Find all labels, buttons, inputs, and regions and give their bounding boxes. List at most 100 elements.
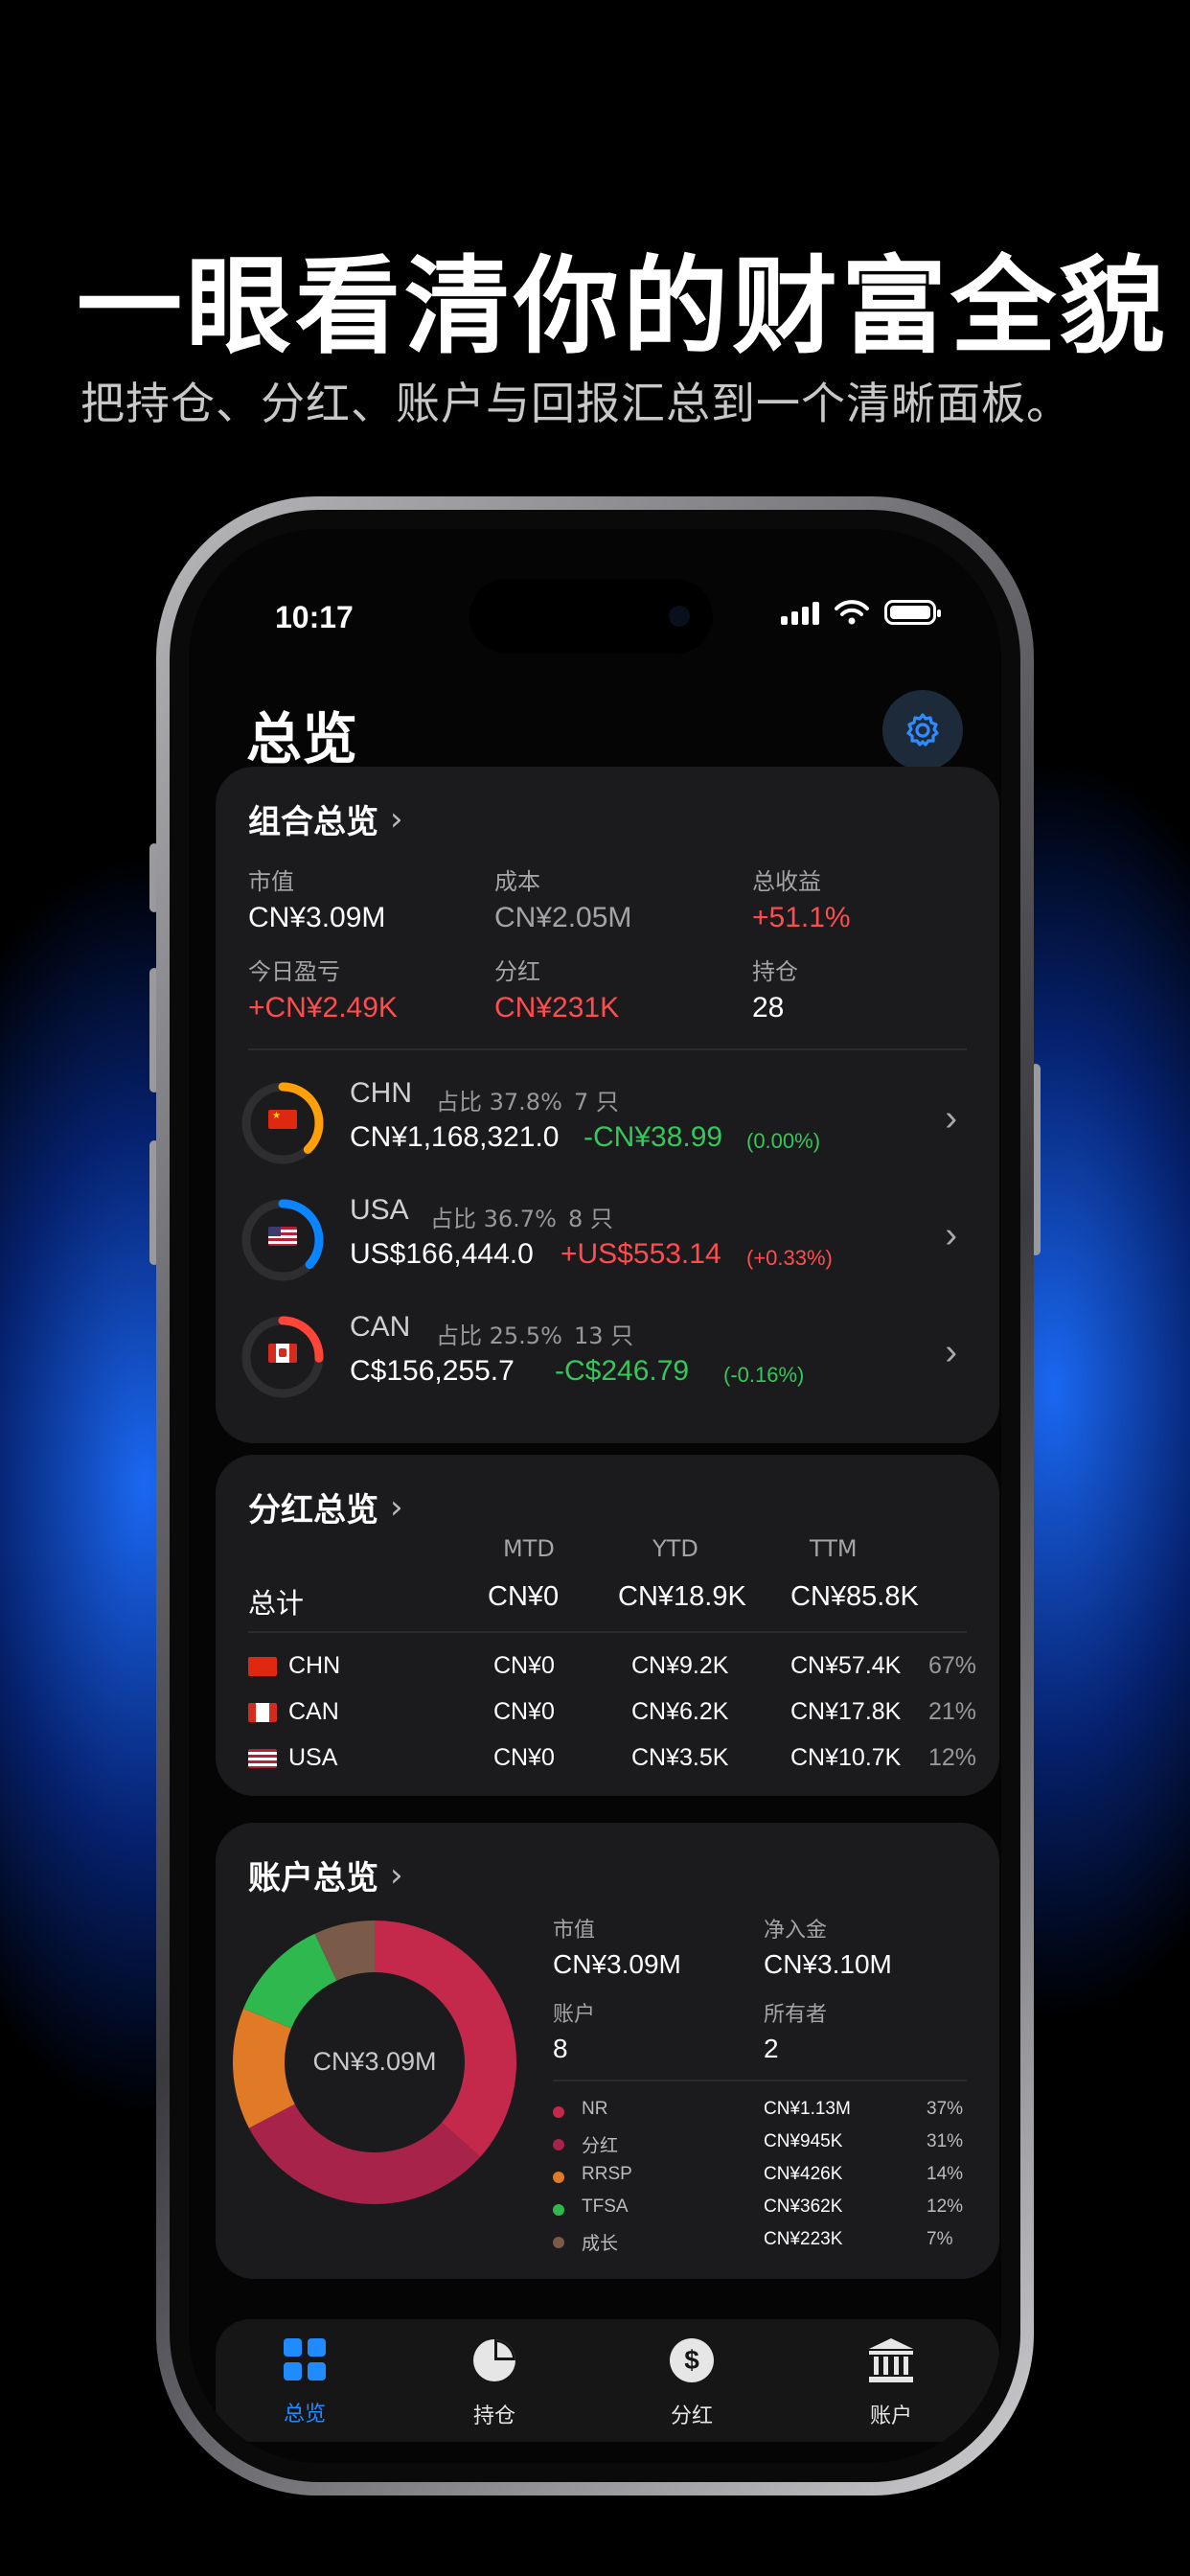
region-value: CN¥1,168,321.0	[350, 1121, 560, 1153]
bank-icon	[869, 2338, 913, 2382]
region-share: 占比 36.7%	[430, 1206, 557, 1232]
status-icons	[781, 600, 941, 625]
region-code: CHN	[350, 1077, 412, 1109]
region-code: USA	[350, 1194, 409, 1226]
share-cell: 67%	[928, 1652, 977, 1679]
tab-holdings[interactable]: 持仓	[432, 2336, 557, 2429]
metric-cost: 成本 CN¥2.05M	[494, 862, 631, 934]
stat-value: CN¥3.09M	[553, 1949, 681, 1979]
share-cell: 21%	[928, 1698, 977, 1725]
divider	[553, 2080, 967, 2082]
svg-text:$: $	[684, 2345, 699, 2375]
stat-value: CN¥3.10M	[764, 1949, 892, 1979]
tab-overview[interactable]: 总览	[242, 2336, 367, 2427]
metric-label: 分红	[494, 958, 540, 985]
chevron-right-icon: ›	[390, 1487, 403, 1527]
region-change: -CN¥38.99	[584, 1121, 723, 1153]
region-change: +US$553.14	[561, 1238, 721, 1270]
legend-row[interactable]: NR CN¥1.13M 37%	[553, 2099, 974, 2129]
legend-value: CN¥1.13M	[764, 2099, 851, 2119]
legend-row[interactable]: 成长 CN¥223K 7%	[553, 2229, 974, 2260]
region-pct: (0.00%)	[746, 1129, 821, 1153]
region-row-usa[interactable]: USA 占比 36.7% 8 只 US$166,444.0 +US$553.14…	[239, 1188, 976, 1296]
metric-label: 市值	[248, 868, 294, 895]
chevron-right-icon: ›	[945, 1332, 957, 1372]
canada-flag-icon	[248, 1703, 277, 1723]
tab-label: 总览	[283, 2403, 326, 2426]
ttm-cell: CN¥57.4K	[790, 1652, 902, 1679]
legend-pct: 31%	[927, 2131, 964, 2151]
region-share: 占比 37.8%	[436, 1089, 562, 1116]
dividend-row-can[interactable]: CAN CN¥0 CN¥6.2K CN¥17.8K 21%	[248, 1698, 976, 1738]
phone-bezel: 10:17 总览 组合总览 › 市值 CN¥3.09M 成本 CN¥2.05M …	[170, 510, 1020, 2482]
account-stat-market-value: 市值 CN¥3.09M	[553, 1913, 681, 1980]
region-code: CAN	[350, 1311, 411, 1343]
region-pct: (-0.16%)	[723, 1363, 805, 1387]
region-pct: (+0.33%)	[746, 1246, 833, 1270]
status-time: 10:17	[275, 600, 354, 634]
camera-icon	[669, 606, 690, 627]
divider	[248, 1631, 967, 1633]
promo-headline: 一眼看清你的财富全貌	[77, 245, 1169, 368]
region-count: 13 只	[574, 1322, 634, 1349]
legend-dot	[553, 2172, 564, 2183]
account-stat-owners: 所有者 2	[764, 1997, 827, 2064]
dynamic-island	[469, 579, 713, 654]
tab-label: 持仓	[472, 2404, 515, 2428]
metric-holdings: 持仓 28	[752, 953, 798, 1024]
legend-row[interactable]: TFSA CN¥362K 12%	[553, 2196, 974, 2227]
legend-name: 成长	[582, 2234, 619, 2254]
ytd-cell: CN¥3.5K	[631, 1744, 729, 1771]
legend-value: CN¥223K	[764, 2229, 843, 2249]
settings-button[interactable]	[882, 690, 963, 770]
legend-pct: 37%	[927, 2099, 964, 2119]
accounts-title[interactable]: 账户总览 ›	[248, 1852, 403, 1898]
portfolio-title[interactable]: 组合总览 ›	[248, 795, 403, 842]
metric-label: 总收益	[752, 868, 821, 895]
donut-center-label: CN¥3.09M	[312, 2047, 436, 2076]
accounts-card[interactable]: 账户总览 › CN¥3.09M 市值 CN¥3.09M 净入金 CN¥3.10M…	[216, 1823, 999, 2279]
legend-dot	[553, 2237, 564, 2248]
total-mtd: CN¥0	[488, 1581, 560, 1612]
region-count: 8 只	[568, 1206, 613, 1232]
region-value: C$156,255.7	[350, 1355, 515, 1387]
mtd-cell: CN¥0	[493, 1652, 555, 1679]
total-ttm: CN¥85.8K	[790, 1581, 919, 1612]
promo-subline: 把持仓、分红、账户与回报汇总到一个清晰面板。	[80, 378, 1071, 429]
dividend-row-chn[interactable]: CHN CN¥0 CN¥9.2K CN¥57.4K 67%	[248, 1652, 976, 1692]
metric-dividends: 分红 CN¥231K	[494, 953, 619, 1024]
legend-name: TFSA	[582, 2196, 629, 2217]
china-flag-icon: ★	[268, 1110, 297, 1129]
tab-dividends[interactable]: $ 分红	[629, 2336, 754, 2429]
ytd-cell: CN¥6.2K	[631, 1698, 729, 1725]
country-cell: CAN	[248, 1698, 339, 1726]
legend-value: CN¥426K	[764, 2164, 843, 2184]
region-row-chn[interactable]: ★ CHN 占比 37.8% 7 只 CN¥1,168,321.0 -CN¥38…	[239, 1071, 976, 1179]
metric-value: +51.1%	[752, 902, 851, 933]
stat-label: 账户	[553, 2003, 596, 2027]
tab-accounts[interactable]: 账户	[829, 2336, 953, 2429]
chevron-right-icon: ›	[945, 1215, 957, 1255]
region-value: US$166,444.0	[350, 1238, 534, 1270]
metric-value: 28	[752, 992, 785, 1024]
stat-label: 所有者	[764, 2003, 828, 2027]
dividend-row-usa[interactable]: USA CN¥0 CN¥3.5K CN¥10.7K 12%	[248, 1744, 976, 1784]
total-ytd: CN¥18.9K	[618, 1581, 746, 1612]
account-stat-accounts: 账户 8	[553, 1997, 595, 2064]
legend-row[interactable]: 分红 CN¥945K 31%	[553, 2131, 974, 2162]
portfolio-card[interactable]: 组合总览 › 市值 CN¥3.09M 成本 CN¥2.05M 总收益 +51.1…	[216, 767, 999, 1443]
pie-icon	[473, 2339, 515, 2381]
legend-pct: 7%	[927, 2229, 953, 2249]
legend-pct: 12%	[927, 2196, 964, 2217]
stat-value: 8	[553, 2034, 568, 2063]
metric-total-return: 总收益 +51.1%	[752, 862, 851, 934]
dividends-title[interactable]: 分红总览 ›	[248, 1484, 403, 1530]
legend-row[interactable]: RRSP CN¥426K 14%	[553, 2164, 974, 2195]
region-row-can[interactable]: CAN 占比 25.5% 13 只 C$156,255.7 -C$246.79 …	[239, 1305, 976, 1413]
usa-flag-icon	[248, 1749, 277, 1769]
dividends-card[interactable]: 分红总览 › MTD YTD TTM 总计 CN¥0 CN¥18.9K CN¥8…	[216, 1455, 999, 1796]
region-change: -C$246.79	[555, 1355, 690, 1387]
metric-value: CN¥3.09M	[248, 902, 386, 933]
tab-label: 分红	[670, 2404, 713, 2428]
legend-dot	[553, 2106, 564, 2118]
